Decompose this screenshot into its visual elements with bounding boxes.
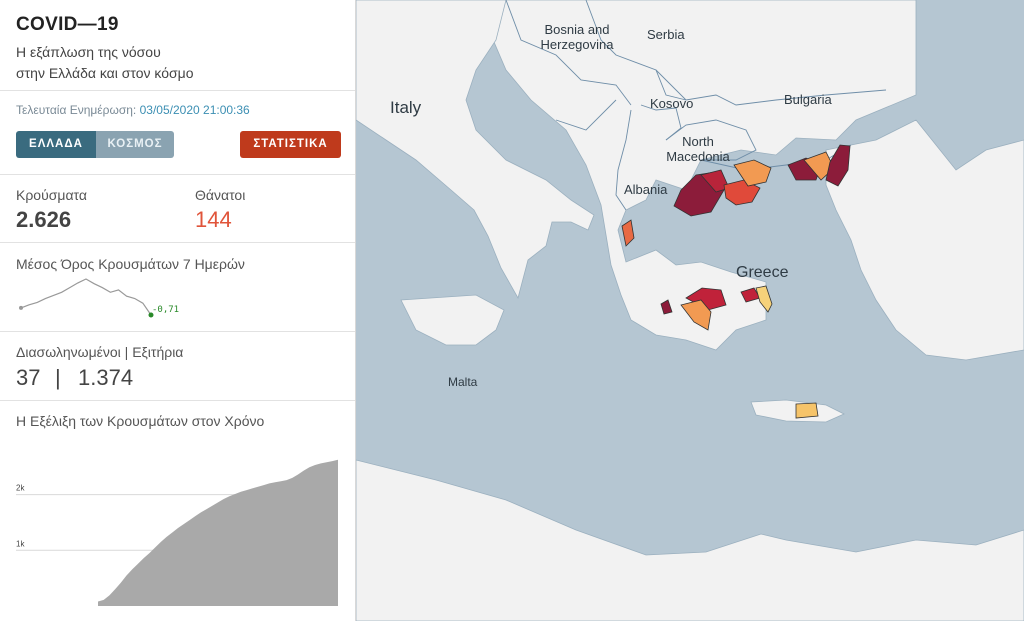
region-heraklion [795,402,819,419]
average-label: Μέσος Όρος Κρουσμάτων 7 Ημερών [16,256,245,272]
evolution-chart: 1k 2k [16,459,338,606]
cases-label: Κρούσματα [16,187,87,203]
page-title: COVID—19 [16,14,119,35]
controls-section: Τελευταία Ενημέρωση: 03/05/2020 21:00:36… [0,91,355,175]
deaths-label: Θάνατοι [195,187,246,203]
map-label-albania: Albania [624,182,668,197]
africa-land [356,459,1024,621]
icu-value: 37 [16,365,41,390]
map-label-malta: Malta [448,375,478,389]
map-label-bosnia: Bosnia and Herzegovina [532,22,622,52]
map-label-bulgaria: Bulgaria [784,92,832,107]
discharged-value: 1.374 [78,365,134,390]
average-value: -0,71 [152,305,180,315]
map-label-bosnia-text: Bosnia and Herzegovina [540,22,614,52]
statistics-button[interactable]: ΣΤΑΤΙΣΤΙΚΑ [240,131,341,158]
map-label-greece: Greece [736,264,789,281]
header-section: COVID—19 Η εξάπλωση της νόσου στην Ελλάδ… [0,0,355,91]
subtitle-line-1: Η εξάπλωση της νόσου [16,44,161,60]
icu-section: Διασωληνωμένοι | Εξιτήρια 37 | 1.374 [0,332,355,401]
sparkline-line [20,278,152,316]
world-button[interactable]: ΚΟΣΜΟΣ [96,131,174,158]
region-corfu [621,219,635,247]
sparkline [19,278,154,318]
icu-label: Διασωληνωμένοι | Εξιτήρια [16,344,184,360]
last-update-value: 03/05/2020 21:00:36 [139,103,250,117]
area-series [98,459,338,606]
turkey-land [825,119,1024,361]
sicily-land [400,294,505,346]
map-label-italy: Italy [390,98,422,117]
sidebar: COVID—19 Η εξάπλωση της νόσου στην Ελλάδ… [0,0,356,621]
sparkline-start-point [19,305,23,310]
y-tick-label-2k: 2k [16,484,25,493]
last-update-label: Τελευταία Ενημέρωση: [16,103,137,117]
subtitle-line-2: στην Ελλάδα και στον κόσμο [16,65,194,81]
map[interactable]: Bosnia and Herzegovina Serbia Italy Koso… [356,0,1024,621]
map-label-kosovo: Kosovo [650,96,694,111]
map-label-north-macedonia: North Macedonia [660,134,736,164]
cases-value: 2.626 [16,207,72,232]
deaths-value: 144 [195,207,232,232]
map-canvas[interactable] [356,0,1024,621]
icu-separator: | [55,365,61,390]
map-label-serbia: Serbia [647,27,685,42]
totals-section: Κρούσματα 2.626 Θάνατοι 144 [0,175,355,243]
greece-button[interactable]: ΕΛΛΑΔΑ [16,131,96,158]
evolution-label: Η Εξέλιξη των Κρουσμάτων στον Χρόνο [16,413,265,429]
last-update: Τελευταία Ενημέρωση: 03/05/2020 21:00:36 [16,103,250,117]
y-tick-label-1k: 1k [16,539,25,548]
map-label-north-macedonia-text: North Macedonia [666,134,730,164]
